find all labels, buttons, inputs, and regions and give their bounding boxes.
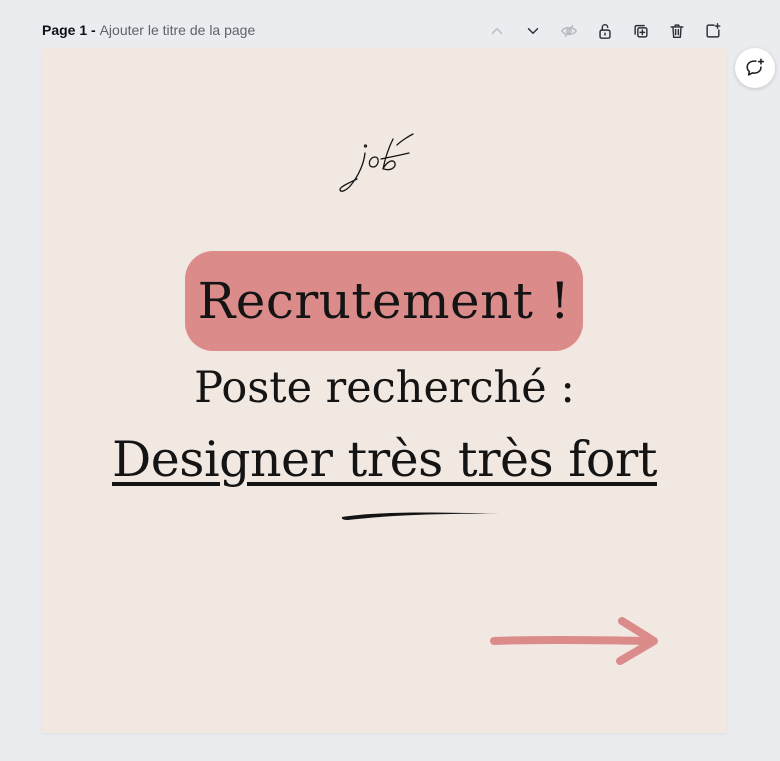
lock-page-button[interactable] — [594, 20, 616, 42]
chevron-down-icon — [527, 28, 539, 34]
headline-text[interactable]: Designer très très fort — [42, 431, 727, 488]
eye-off-icon — [561, 24, 577, 38]
page-number-label: Page 1 — [42, 22, 88, 38]
chevron-up-icon — [491, 28, 503, 34]
lock-icon — [599, 24, 611, 39]
page-title-separator: - — [87, 22, 100, 38]
page-label[interactable]: Page 1 - Ajouter le titre de la page — [42, 22, 255, 38]
trash-icon — [670, 24, 684, 39]
move-page-down-button[interactable] — [522, 20, 544, 42]
recruitment-pill[interactable]: Recrutement ! — [185, 251, 583, 351]
hide-page-button[interactable] — [558, 20, 580, 42]
pill-text: Recrutement ! — [197, 272, 571, 330]
arrow-right-icon — [490, 617, 658, 665]
page-header: Page 1 - Ajouter le titre de la page — [42, 20, 732, 42]
duplicate-icon — [634, 24, 648, 38]
delete-page-button[interactable] — [666, 20, 688, 42]
job-signature-logo: job — [339, 133, 414, 192]
move-page-up-button[interactable] — [486, 20, 508, 42]
page-title-input[interactable]: Ajouter le titre de la page — [100, 22, 256, 38]
brush-stroke-decoration — [341, 512, 500, 520]
comment-sparkle-icon — [746, 58, 765, 76]
add-page-icon — [706, 23, 721, 38]
duplicate-page-button[interactable] — [630, 20, 652, 42]
add-comment-button[interactable] — [735, 48, 775, 88]
design-canvas[interactable]: job Recrutement ! Poste recherché : Desi… — [42, 48, 727, 733]
add-page-button[interactable] — [702, 20, 724, 42]
subtitle-text[interactable]: Poste recherché : — [42, 363, 727, 413]
